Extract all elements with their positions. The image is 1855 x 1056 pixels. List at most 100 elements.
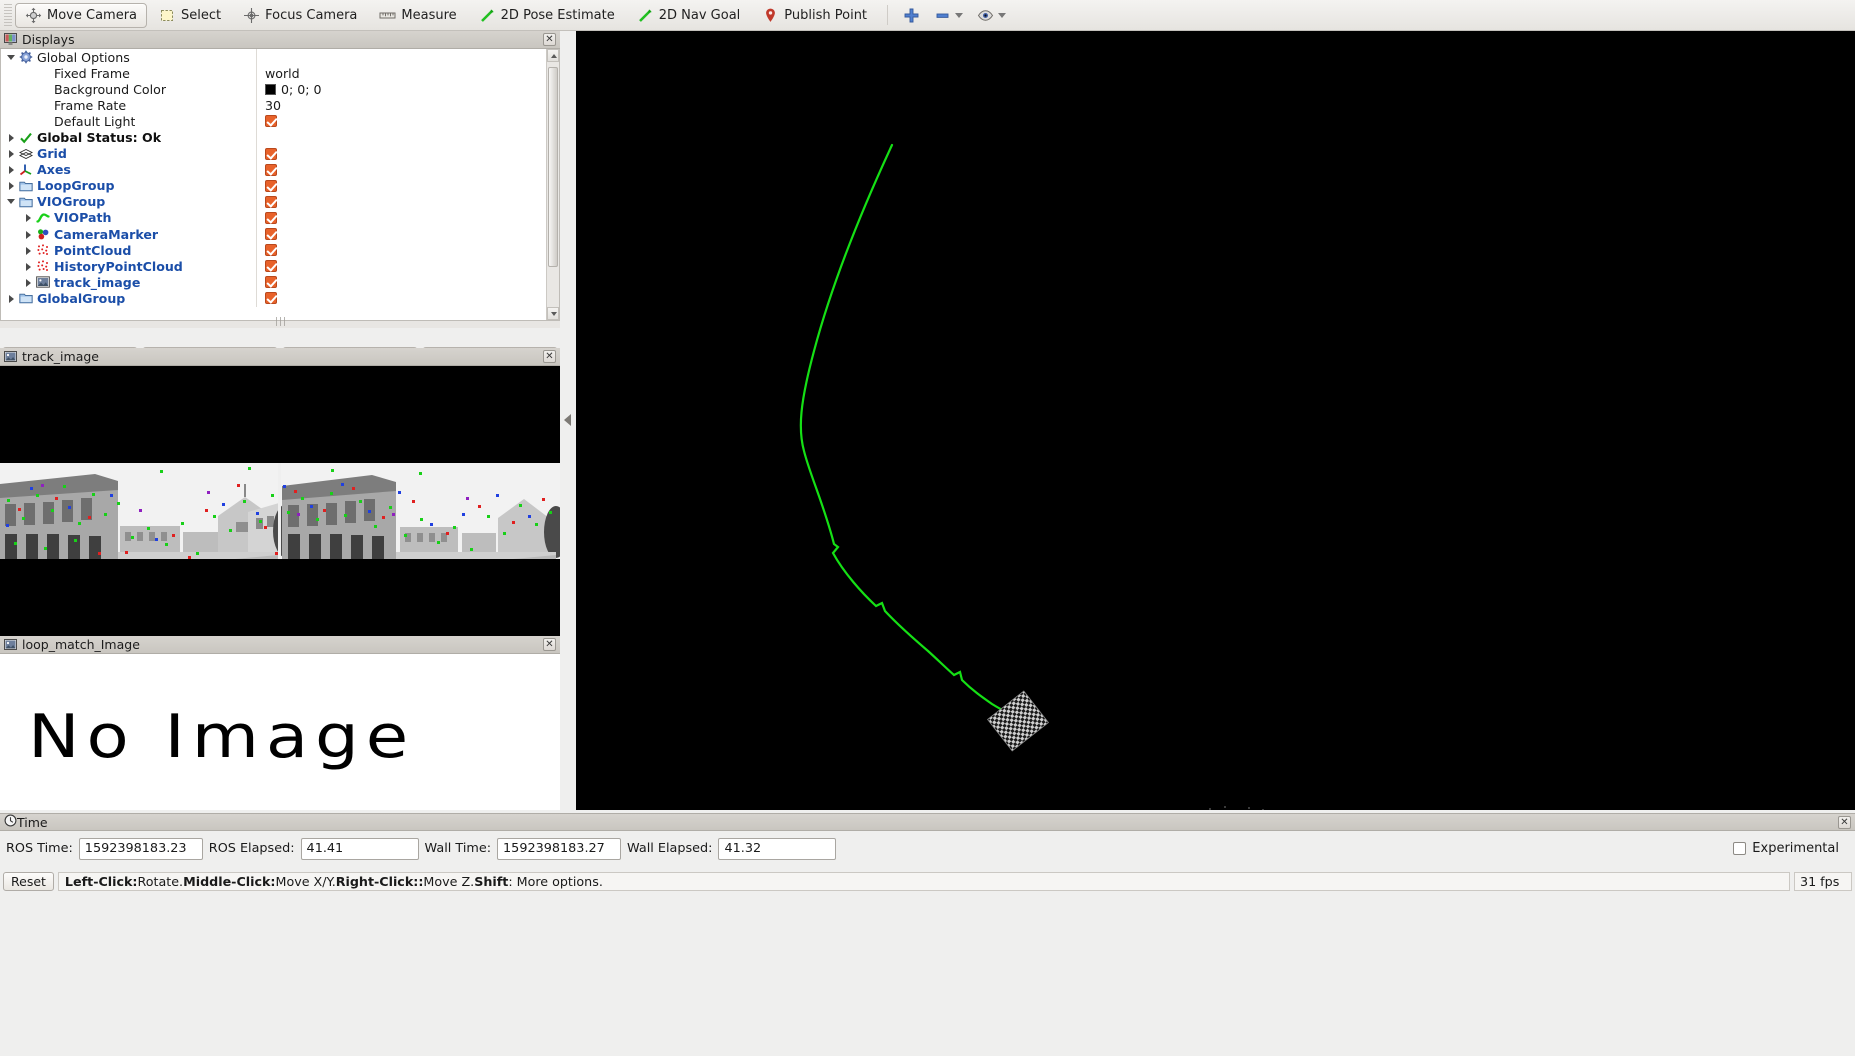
display-tree-row[interactable]: Default Light <box>1 113 547 130</box>
track-image-view[interactable] <box>0 366 560 636</box>
close-icon[interactable]: ✕ <box>543 350 556 363</box>
time-field-input[interactable]: 41.41 <box>300 837 419 860</box>
display-row-value[interactable]: 30 <box>256 97 547 114</box>
displays-tree[interactable]: Global Options Fixed Frame world Background… <box>0 49 560 321</box>
expand-arrow-closed-icon[interactable] <box>24 262 33 271</box>
expand-arrow-closed-icon[interactable] <box>7 149 16 159</box>
expand-arrow-closed-icon[interactable] <box>7 133 16 143</box>
display-tree-row[interactable]: PointCloud <box>1 242 547 259</box>
display-tree-row[interactable]: track_image <box>1 274 547 291</box>
display-tree-row[interactable]: LoopGroup <box>1 177 547 194</box>
remove-tool-button[interactable] <box>927 3 970 28</box>
chevron-down-icon[interactable] <box>998 12 1007 18</box>
expand-arrow-closed-icon[interactable] <box>7 181 16 191</box>
scroll-down-icon[interactable] <box>547 307 559 320</box>
enable-checkbox[interactable] <box>265 244 277 257</box>
expand-arrow-closed-icon[interactable] <box>24 213 33 223</box>
experimental-checkbox[interactable] <box>1733 842 1747 855</box>
loop-match-image-view[interactable]: No Image <box>0 654 560 810</box>
display-tree-row[interactable]: CameraMarker <box>1 226 547 243</box>
main-vertical-splitter[interactable] <box>560 31 576 810</box>
expand-arrow-closed-icon[interactable] <box>24 246 33 255</box>
time-field-input[interactable]: 41.32 <box>718 837 837 860</box>
display-row-value[interactable] <box>256 258 547 275</box>
enable-checkbox[interactable] <box>265 115 277 128</box>
3d-render-view[interactable] <box>576 31 1855 810</box>
displays-horizontal-splitter[interactable] <box>0 321 560 328</box>
toolbar-drag-handle[interactable] <box>4 4 12 26</box>
display-tree-row[interactable]: Background Color 0; 0; 0 <box>1 81 547 98</box>
chevron-down-icon[interactable] <box>955 12 964 18</box>
display-row-value[interactable] <box>256 113 547 130</box>
experimental-toggle[interactable]: Experimental <box>1733 841 1849 856</box>
display-row-value[interactable] <box>256 145 547 162</box>
display-row-value[interactable] <box>256 242 547 259</box>
visibility-button[interactable] <box>970 3 1013 28</box>
close-icon[interactable]: ✕ <box>1838 815 1851 829</box>
time-field-input[interactable]: 1592398183.27 <box>497 837 622 860</box>
remove-tool-icon <box>934 7 951 24</box>
enable-checkbox[interactable] <box>265 276 277 289</box>
enable-checkbox[interactable] <box>265 179 277 192</box>
tool-focus-camera[interactable]: Focus Camera <box>233 3 367 28</box>
tool-select[interactable]: Select <box>149 3 231 28</box>
display-row-value[interactable] <box>256 177 547 194</box>
panel-title-text: loop_match_Image <box>22 637 140 652</box>
collapse-arrow-icon[interactable] <box>564 414 571 426</box>
display-row-value[interactable] <box>256 209 547 227</box>
enable-checkbox[interactable] <box>265 260 277 273</box>
enable-checkbox[interactable] <box>265 228 277 241</box>
scrollbar-thumb[interactable] <box>548 67 558 267</box>
marker-icon <box>36 227 50 241</box>
display-row-value[interactable]: 0; 0; 0 <box>256 81 547 98</box>
displays-scrollbar[interactable] <box>546 49 559 320</box>
tool-publish-point[interactable]: Publish Point <box>752 3 877 28</box>
expand-arrow-closed-icon[interactable] <box>7 294 16 303</box>
time-field-input[interactable]: 1592398183.23 <box>78 837 203 860</box>
display-row-name: Axes <box>1 162 256 177</box>
enable-checkbox[interactable] <box>265 147 277 160</box>
display-tree-row[interactable]: GlobalGroup <box>1 290 547 307</box>
display-row-value[interactable] <box>256 226 547 243</box>
clock-icon <box>4 814 17 830</box>
enable-checkbox[interactable] <box>265 211 277 224</box>
expand-arrow-open-icon[interactable] <box>7 53 16 62</box>
path-icon <box>36 211 50 225</box>
display-row-value[interactable] <box>256 290 547 307</box>
main-toolbar: Move Camera Select Focus Camera Measure … <box>0 0 1855 31</box>
enable-checkbox[interactable] <box>265 195 277 208</box>
display-row-value[interactable] <box>256 49 547 66</box>
display-tree-row[interactable]: Global Status: Ok <box>1 129 547 146</box>
enable-checkbox[interactable] <box>265 163 277 176</box>
display-row-value[interactable] <box>256 161 547 178</box>
display-tree-row[interactable]: Frame Rate 30 <box>1 97 547 114</box>
tool-2d-nav-goal[interactable]: 2D Nav Goal <box>627 3 751 28</box>
expand-arrow-closed-icon[interactable] <box>7 165 16 175</box>
display-tree-row[interactable]: VIOPath <box>1 209 547 227</box>
display-tree-row[interactable]: Global Options <box>1 49 547 66</box>
display-row-value[interactable]: world <box>256 65 547 82</box>
row-icon-placeholder <box>36 82 50 96</box>
display-row-value[interactable] <box>256 129 547 146</box>
display-tree-row[interactable]: Fixed Frame world <box>1 65 547 82</box>
display-row-value[interactable] <box>256 193 547 210</box>
close-icon[interactable]: ✕ <box>543 33 556 46</box>
tool-measure[interactable]: Measure <box>369 3 466 28</box>
scroll-up-icon[interactable] <box>547 49 559 62</box>
tool-2d-pose-estimate[interactable]: 2D Pose Estimate <box>469 3 625 28</box>
display-row-value[interactable] <box>256 274 547 291</box>
stereo-feature-image <box>0 366 560 636</box>
display-tree-row[interactable]: VIOGroup <box>1 193 547 210</box>
tool-label: Select <box>181 7 222 23</box>
close-icon[interactable]: ✕ <box>543 638 556 651</box>
display-tree-row[interactable]: Axes <box>1 161 547 178</box>
add-tool-button[interactable] <box>896 3 927 28</box>
display-tree-row[interactable]: Grid <box>1 145 547 162</box>
tool-move-camera[interactable]: Move Camera <box>15 2 148 28</box>
enable-checkbox[interactable] <box>265 292 277 305</box>
display-tree-row[interactable]: HistoryPointCloud <box>1 258 547 275</box>
reset-button[interactable]: Reset <box>3 871 54 891</box>
expand-arrow-closed-icon[interactable] <box>24 230 33 239</box>
expand-arrow-open-icon[interactable] <box>7 197 16 206</box>
expand-arrow-closed-icon[interactable] <box>24 278 33 287</box>
